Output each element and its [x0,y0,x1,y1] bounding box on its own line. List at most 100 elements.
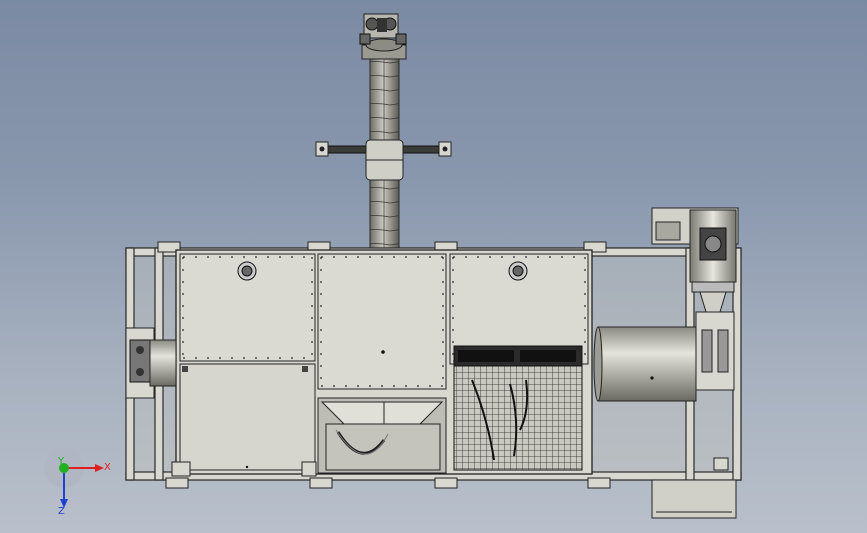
top-left-panel [179,253,316,362]
rivet [452,329,454,331]
rivet [320,377,322,379]
rivet [345,385,347,387]
x-axis-head [95,464,104,472]
rivet [442,269,444,271]
y-axis-label: Y [57,456,65,467]
rivet [584,269,586,271]
rivet [320,257,322,259]
rivet [584,353,586,355]
rivet [561,256,563,258]
support-bracket [315,139,452,181]
rivet [279,256,281,258]
rivet [207,357,209,359]
rivet [584,317,586,319]
rivet [320,341,322,343]
rivet [369,385,371,387]
rivet [452,257,454,259]
rivet [405,256,407,258]
rivet [182,281,184,283]
rivet [311,341,313,343]
rivet [311,353,313,355]
rivet [291,256,293,258]
rivet [357,256,359,258]
rivet [231,357,233,359]
rivet [345,256,347,258]
rivet [442,281,444,283]
rivet [489,256,491,258]
rivet [267,256,269,258]
rivet [525,256,527,258]
rivet [584,341,586,343]
cad-drawing: X Y Z [44,13,742,519]
rivet [219,256,221,258]
rivet [452,341,454,343]
rivet [452,269,454,271]
rivet [442,377,444,379]
rivet [279,357,281,359]
rivet [311,257,313,259]
rivet [405,385,407,387]
rivet [182,257,184,259]
rivet [357,385,359,387]
rivet [320,269,322,271]
rivet [320,293,322,295]
rivet [369,256,371,258]
rivet [537,256,539,258]
rivet [501,256,503,258]
rivet [255,357,257,359]
rivet [303,256,305,258]
rivet [195,357,197,359]
rivet [207,256,209,258]
rivet [320,329,322,331]
rivet [393,385,395,387]
rivet [320,317,322,319]
rivet [311,329,313,331]
rivet [442,365,444,367]
rivet [442,353,444,355]
rivet [584,257,586,259]
rivet [243,357,245,359]
cad-viewport[interactable]: X Y Z [0,0,867,533]
rivet [182,305,184,307]
rivet [320,305,322,307]
rivet [477,256,479,258]
rivet [381,385,383,387]
axis-triad: X Y Z [44,448,111,517]
rivet [303,357,305,359]
rivet [381,256,383,258]
rivet [311,317,313,319]
rivet [182,341,184,343]
rivet [465,256,467,258]
rivet [320,281,322,283]
rivet [513,256,515,258]
rivet [442,341,444,343]
x-axis-label: X [104,462,111,473]
rivet [429,256,431,258]
rivet [219,357,221,359]
right-blower-cylinder [593,326,697,402]
rivet [291,357,293,359]
rivet [255,256,257,258]
rivet [452,305,454,307]
rivet [393,256,395,258]
rivet [417,385,419,387]
rivet [333,256,335,258]
z-axis-label: Z [58,506,65,517]
rivet [320,365,322,367]
rivet [311,293,313,295]
lower-left-panel [171,363,317,477]
rivet [452,281,454,283]
rivet [182,269,184,271]
rivet [417,256,419,258]
rivet [183,357,185,359]
rivet [311,305,313,307]
rivet [320,353,322,355]
rivet [442,293,444,295]
rivet [182,293,184,295]
rivet [321,385,323,387]
rivet [442,257,444,259]
rivet [442,329,444,331]
rivet [195,256,197,258]
rivet [182,317,184,319]
bottom-right-housing [651,479,737,519]
